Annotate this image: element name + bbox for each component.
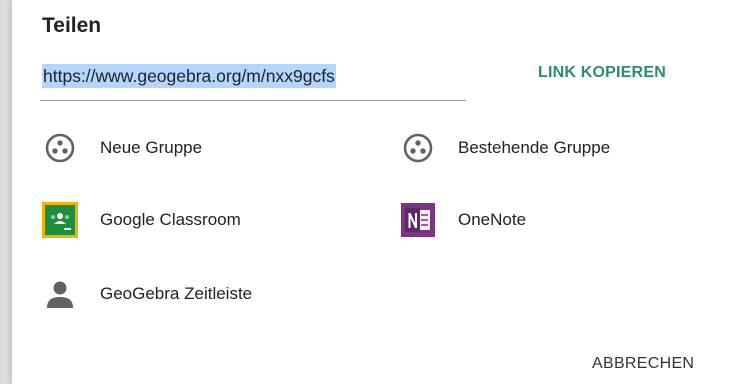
option-label: Google Classroom [100, 210, 241, 229]
option-label: OneNote [458, 210, 527, 229]
onenote-icon [400, 202, 436, 238]
dialog-title: Teilen [42, 14, 102, 37]
option-new-group[interactable]: Neue Gruppe [42, 126, 202, 170]
group-icon [42, 130, 78, 166]
copy-link-button[interactable]: LINK KOPIEREN [538, 64, 666, 82]
option-geogebra-timeline[interactable]: GeoGebra Zeitleiste [42, 272, 252, 316]
google-classroom-icon [42, 202, 78, 238]
option-label: Neue Gruppe [100, 138, 203, 157]
cancel-button[interactable]: ABBRECHEN [592, 355, 694, 373]
share-link-field[interactable]: https://www.geogebra.org/m/nxx9gcfs [40, 60, 466, 102]
option-label: Bestehende Gruppe [458, 138, 611, 157]
option-google-classroom[interactable]: Google Classroom [42, 198, 241, 242]
person-icon [42, 276, 78, 312]
option-label: GeoGebra Zeitleiste [100, 284, 253, 303]
share-link-url[interactable]: https://www.geogebra.org/m/nxx9gcfs [42, 64, 336, 88]
group-icon [400, 130, 436, 166]
option-existing-group[interactable]: Bestehende Gruppe [400, 126, 610, 170]
option-onenote[interactable]: OneNote [400, 198, 526, 242]
share-dialog: Teilen https://www.geogebra.org/m/nxx9gc… [12, 0, 745, 384]
